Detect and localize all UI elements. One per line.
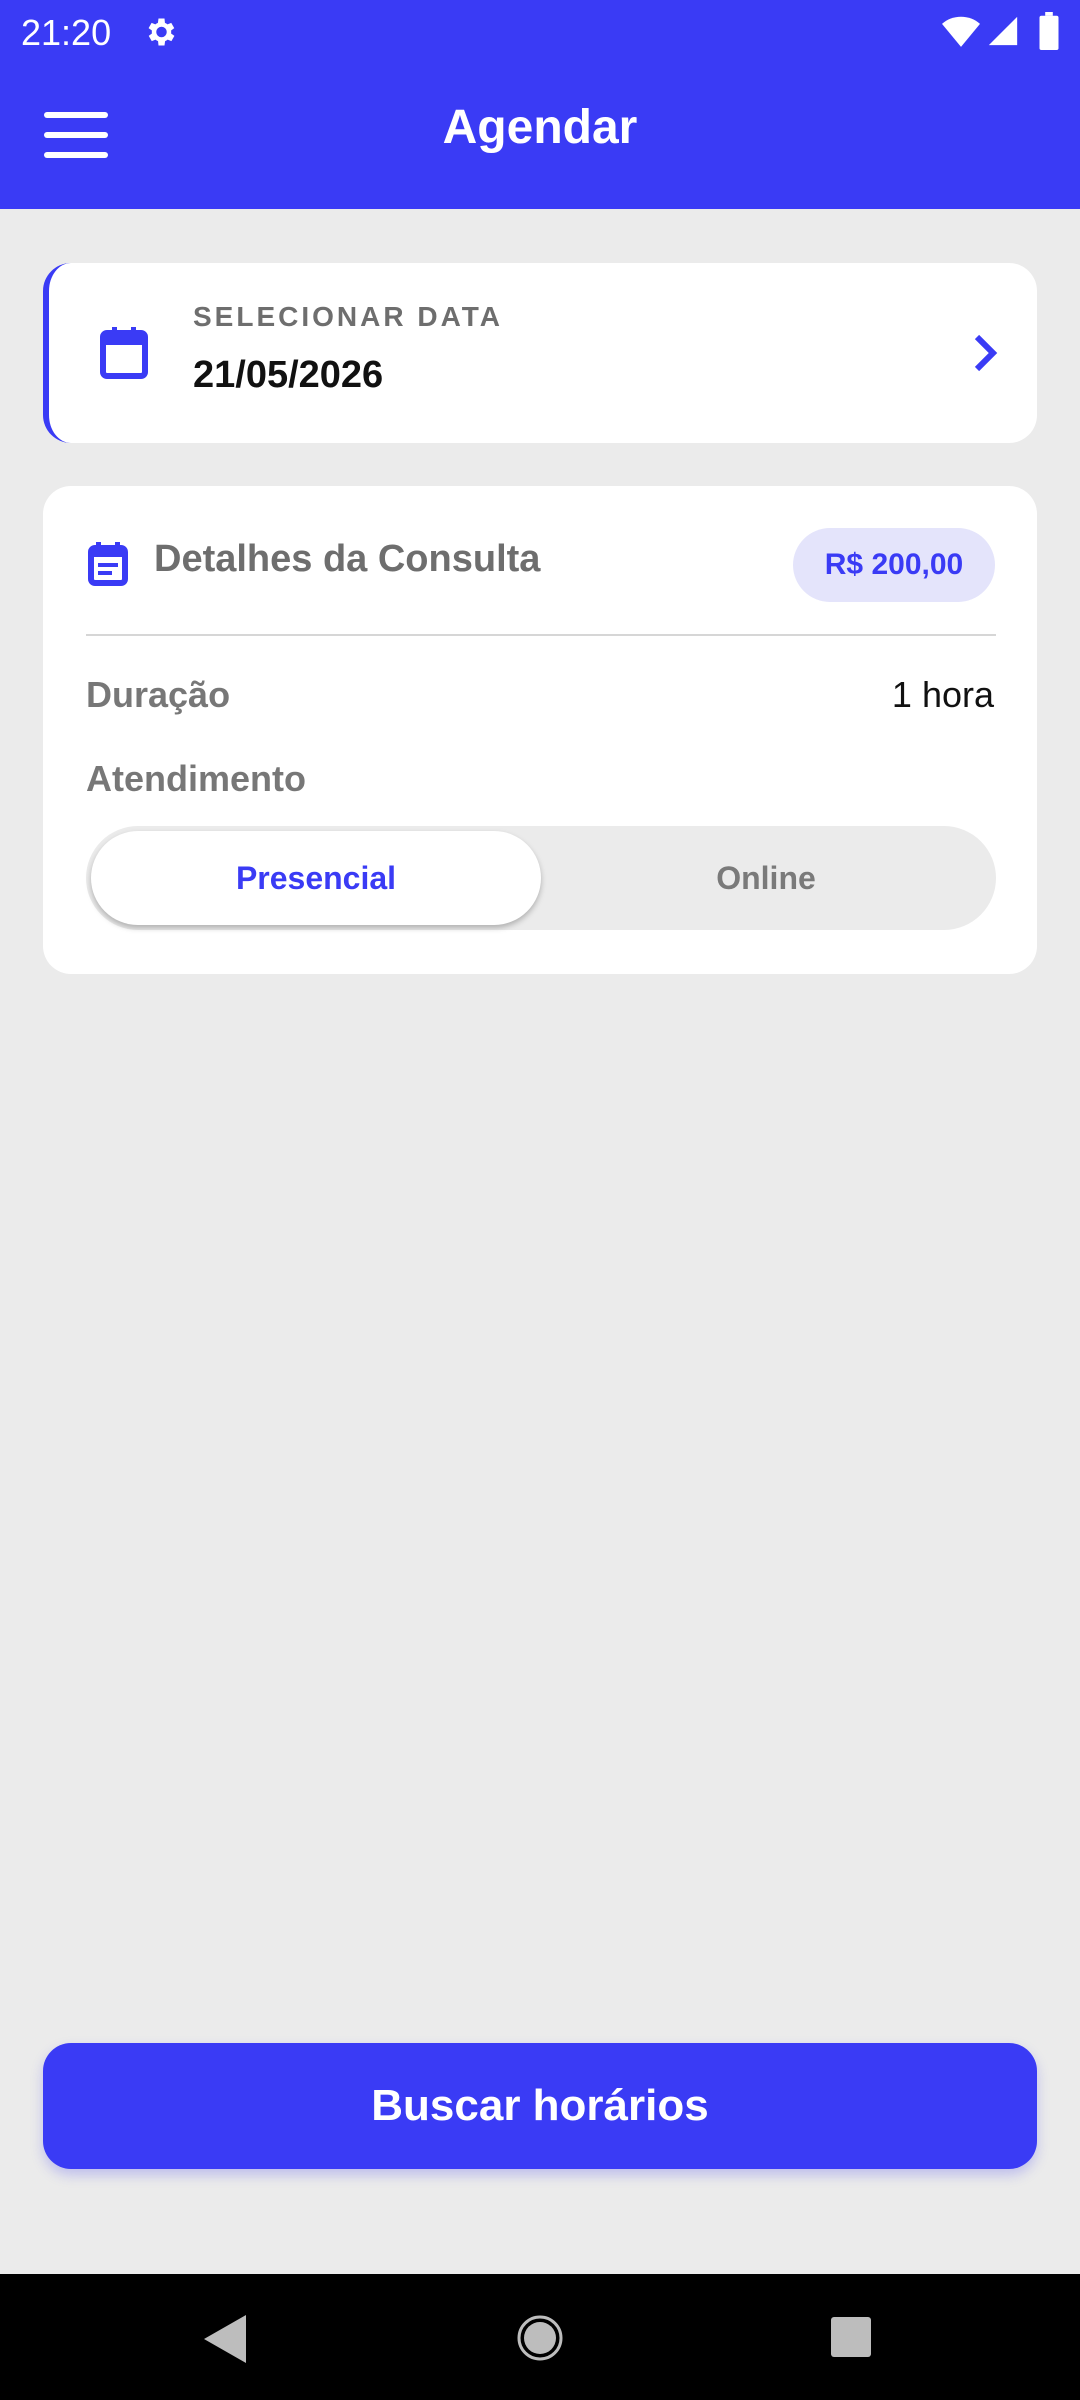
details-title: Detalhes da Consulta [154,538,541,580]
date-selector-label: SELECIONAR DATA [193,301,503,332]
calendar-icon [100,327,148,379]
option-presencial[interactable]: Presencial [91,831,541,925]
price-badge: R$ 200,00 [793,528,995,602]
app-bar: 21:20 Agendar [0,0,1080,209]
system-navigation-bar [0,2274,1080,2400]
attendance-label: Atendimento [86,758,306,799]
date-selector-card[interactable]: SELECIONAR DATA 21/05/2026 [43,263,1037,443]
option-online[interactable]: Online [541,831,991,925]
wifi-icon [942,16,980,47]
divider [86,634,996,636]
home-icon[interactable] [516,2314,564,2362]
search-times-button[interactable]: Buscar horários [43,2043,1037,2169]
status-time: 21:20 [21,12,112,53]
calendar-notes-icon [88,542,128,586]
duration-label: Duração [86,674,231,715]
selected-date: 21/05/2026 [193,354,384,396]
settings-gear-icon [148,18,175,46]
attendance-toggle: Presencial Online [86,826,996,930]
status-bar: 21:20 [0,0,1080,64]
duration-value: 1 hora [891,674,994,715]
recent-apps-icon[interactable] [831,2317,871,2357]
battery-icon [1039,12,1059,50]
chevron-right-icon[interactable] [967,333,1003,373]
cell-signal-icon [988,16,1018,46]
back-icon[interactable] [204,2315,246,2363]
consultation-details-card: Detalhes da Consulta R$ 200,00 Duração 1… [43,486,1037,974]
page-title: Agendar [442,101,638,154]
